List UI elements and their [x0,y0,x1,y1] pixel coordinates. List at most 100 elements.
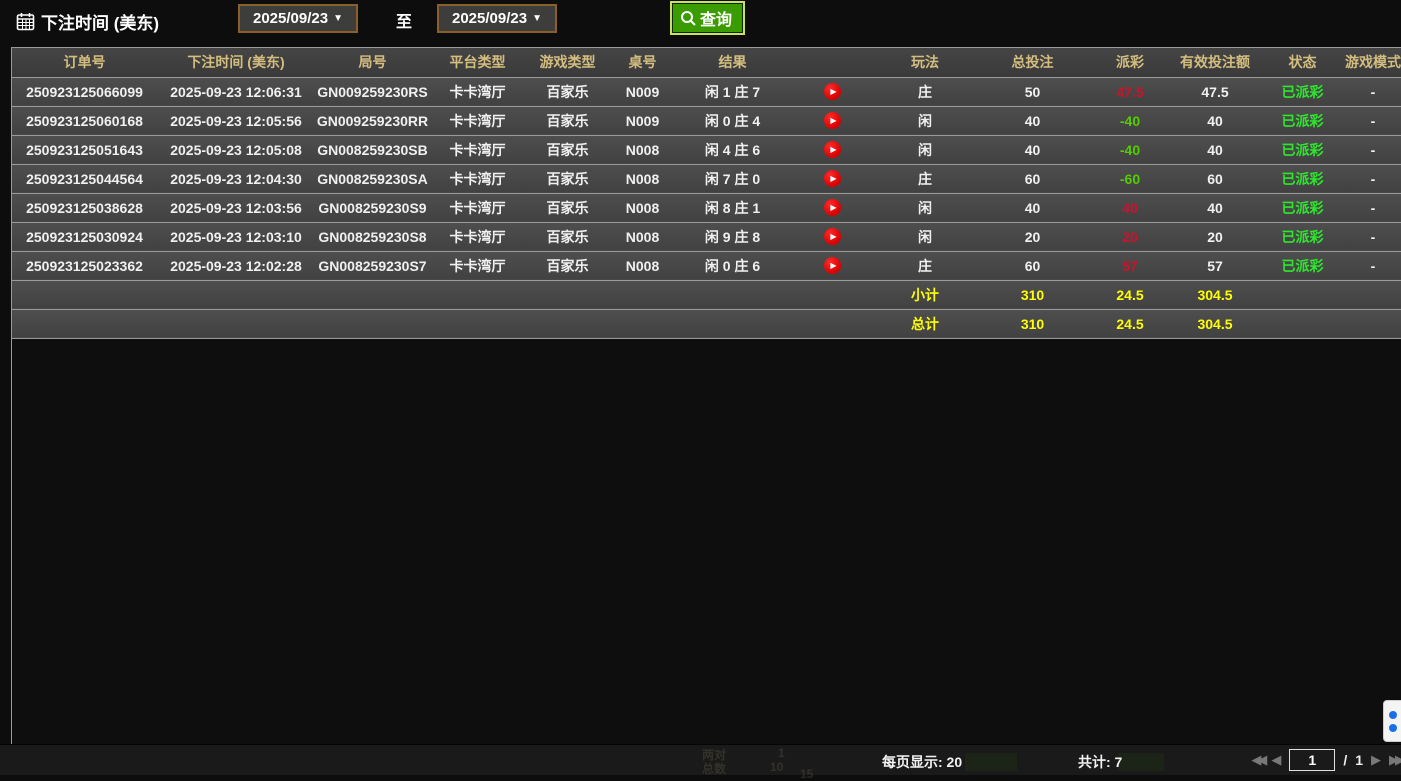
col-header-replay [790,48,875,77]
status-cell: 已派彩 [1260,251,1345,280]
bet-time-cell: 2025-09-23 12:05:08 [157,135,315,164]
round-id-cell: GN008259230S7 [315,251,430,280]
col-header-valid-bet: 有效投注额 [1170,48,1260,77]
valid-bet-cell: 40 [1170,106,1260,135]
order-id-cell: 250923125051643 [12,135,157,164]
date-range-to-label: 至 [396,8,412,32]
status-cell: 已派彩 [1260,77,1345,106]
subtotal-label: 小计 [875,280,975,309]
valid-bet-cell: 57 [1170,251,1260,280]
valid-bet-cell: 40 [1170,135,1260,164]
ghost-text: 15 [800,767,813,781]
total-bet-cell: 40 [975,106,1090,135]
round-id-cell: GN008259230SA [315,164,430,193]
ghost-blob [965,753,1017,771]
platform-cell: 卡卡湾厅 [430,222,525,251]
bet-time-cell: 2025-09-23 12:03:10 [157,222,315,251]
col-header-payout: 派彩 [1090,48,1170,77]
bet-time-cell: 2025-09-23 12:05:56 [157,106,315,135]
date-to-value: 2025/09/23 [452,10,527,27]
replay-play-icon[interactable]: ▶ [824,228,841,245]
col-header-status: 状态 [1260,48,1345,77]
replay-cell: ▶ [790,106,875,135]
search-button[interactable]: 查询 [672,3,743,33]
bet-time-cell: 2025-09-23 12:06:31 [157,77,315,106]
round-id-cell: GN009259230RS [315,77,430,106]
replay-cell: ▶ [790,193,875,222]
last-page-icon[interactable]: ▶▶ [1389,752,1401,768]
ghost-text: 总数 [702,760,726,777]
ghost-blob [1118,753,1164,771]
result-cell: 闲 8 庄 1 [675,193,790,222]
table-row: 250923125038628 2025-09-23 12:03:56 GN00… [12,193,1401,222]
prev-page-icon[interactable]: ◀ [1271,752,1281,768]
play-type-cell: 庄 [875,251,975,280]
total-bet-cell: 40 [975,193,1090,222]
payout-cell: -40 [1090,106,1170,135]
table-row: 250923125044564 2025-09-23 12:04:30 GN00… [12,164,1401,193]
replay-cell: ▶ [790,251,875,280]
play-type-cell: 闲 [875,222,975,251]
date-from-picker[interactable]: 2025/09/23 ▼ [238,4,358,33]
platform-cell: 卡卡湾厅 [430,251,525,280]
replay-play-icon[interactable]: ▶ [824,141,841,158]
replay-play-icon[interactable]: ▶ [824,170,841,187]
bet-records-table: 订单号 下注时间 (美东) 局号 平台类型 游戏类型 桌号 结果 玩法 总投注 … [12,48,1401,339]
total-bet-cell: 40 [975,135,1090,164]
order-id-cell: 250923125023362 [12,251,157,280]
game-mode-cell: - [1345,164,1401,193]
replay-cell: ▶ [790,164,875,193]
total-valid-bet: 304.5 [1170,309,1260,338]
page-number-input[interactable] [1289,749,1335,771]
pagination-footer: 两对 1 总数 10 15 每页显示: 20 共计: 7 ◀◀ ◀ / 1 ▶ … [0,744,1401,775]
platform-cell: 卡卡湾厅 [430,77,525,106]
col-header-table-no: 桌号 [610,48,675,77]
bet-time-label: 下注时间 (美东) [41,9,159,34]
next-page-icon[interactable]: ▶ [1371,752,1381,768]
table-no-cell: N009 [610,106,675,135]
result-cell: 闲 0 庄 6 [675,251,790,280]
first-page-icon[interactable]: ◀◀ [1251,752,1263,768]
payout-cell: -60 [1090,164,1170,193]
pager: ◀◀ ◀ / 1 ▶ ▶▶ [1251,749,1401,771]
play-type-cell: 庄 [875,77,975,106]
table-row: 250923125060168 2025-09-23 12:05:56 GN00… [12,106,1401,135]
date-to-picker[interactable]: 2025/09/23 ▼ [437,4,557,33]
order-id-cell: 250923125044564 [12,164,157,193]
game-type-cell: 百家乐 [525,164,610,193]
platform-cell: 卡卡湾厅 [430,135,525,164]
col-header-play-type: 玩法 [875,48,975,77]
col-header-bet-time: 下注时间 (美东) [157,48,315,77]
table-no-cell: N009 [610,77,675,106]
status-cell: 已派彩 [1260,193,1345,222]
col-header-round-id: 局号 [315,48,430,77]
bet-time-cell: 2025-09-23 12:03:56 [157,193,315,222]
payout-cell: 47.5 [1090,77,1170,106]
date-from-value: 2025/09/23 [253,10,328,27]
floating-widget[interactable] [1383,700,1401,742]
replay-play-icon[interactable]: ▶ [824,257,841,274]
result-cell: 闲 1 庄 7 [675,77,790,106]
ghost-text: 10 [770,760,783,774]
replay-cell: ▶ [790,135,875,164]
replay-play-icon[interactable]: ▶ [824,83,841,100]
round-id-cell: GN009259230RR [315,106,430,135]
table-no-cell: N008 [610,193,675,222]
payout-cell: 40 [1090,193,1170,222]
play-type-cell: 庄 [875,164,975,193]
payout-cell: 57 [1090,251,1170,280]
replay-play-icon[interactable]: ▶ [824,112,841,129]
caret-down-icon: ▼ [532,13,542,24]
replay-cell: ▶ [790,222,875,251]
calendar-icon [16,12,35,31]
game-type-cell: 百家乐 [525,193,610,222]
col-header-game-type: 游戏类型 [525,48,610,77]
replay-play-icon[interactable]: ▶ [824,199,841,216]
subtotal-valid-bet: 304.5 [1170,280,1260,309]
caret-down-icon: ▼ [333,13,343,24]
result-cell: 闲 7 庄 0 [675,164,790,193]
page-size-label: 每页显示: 20 [882,752,962,772]
order-id-cell: 250923125038628 [12,193,157,222]
status-cell: 已派彩 [1260,135,1345,164]
valid-bet-cell: 60 [1170,164,1260,193]
